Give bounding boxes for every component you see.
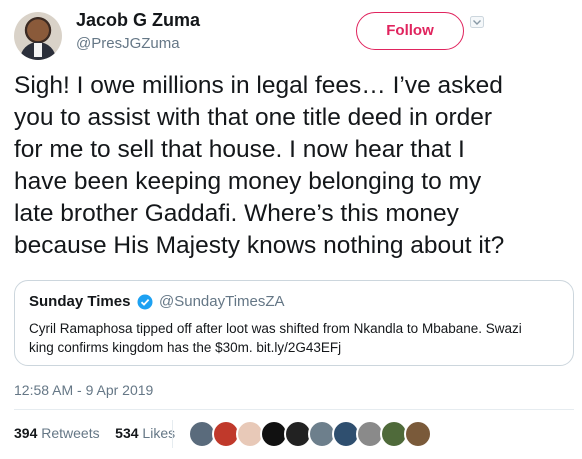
tweet-line: have been keeping money belonging to my: [14, 168, 482, 195]
quoted-author-name: Sunday Times: [29, 293, 131, 310]
quoted-text-line: Cyril Ramaphosa tipped off after loot wa…: [29, 321, 522, 336]
retweets-count[interactable]: 394: [14, 425, 37, 441]
likes-label[interactable]: Likes: [142, 425, 175, 441]
avatar-shirt: [34, 43, 42, 57]
quoted-author-handle: @SundayTimesZA: [159, 293, 285, 310]
author-handle[interactable]: @PresJGZuma: [76, 35, 180, 52]
quoted-tweet-card[interactable]: Sunday Times @SundayTimesZA Cyril Ramaph…: [14, 280, 574, 366]
divider: [14, 409, 574, 410]
tweet-line: late brother Gaddafi. Where’s this money: [14, 200, 459, 227]
likes-count[interactable]: 534: [115, 425, 138, 441]
tweet-stats: 394 Retweets 534 Likes: [14, 425, 175, 441]
quoted-text-line: king confirms kingdom has the $30m. bit.…: [29, 340, 342, 355]
verified-badge-icon: [137, 294, 153, 310]
author-name[interactable]: Jacob G Zuma: [76, 10, 200, 31]
tweet-timestamp[interactable]: 12:58 AM - 9 Apr 2019: [14, 382, 153, 398]
chevron-down-icon[interactable]: [470, 16, 484, 28]
tweet-line: you to assist with that one title deed i…: [14, 104, 493, 131]
tweet-line: for me to sell that house. I now hear th…: [14, 136, 465, 163]
tweet-line: because His Majesty knows nothing about …: [14, 232, 505, 259]
tweet-header: Jacob G Zuma @PresJGZuma Follow: [0, 0, 582, 68]
tweet-text: Sigh! I owe millions in legal fees… I’ve…: [14, 70, 576, 262]
author-avatar[interactable]: [14, 12, 62, 60]
retweets-label[interactable]: Retweets: [41, 425, 99, 441]
follow-button[interactable]: Follow: [356, 12, 464, 50]
tweet-line: Sigh! I owe millions in legal fees… I’ve…: [14, 72, 503, 99]
stats-separator: [172, 420, 173, 448]
liker-avatar[interactable]: [404, 420, 432, 448]
